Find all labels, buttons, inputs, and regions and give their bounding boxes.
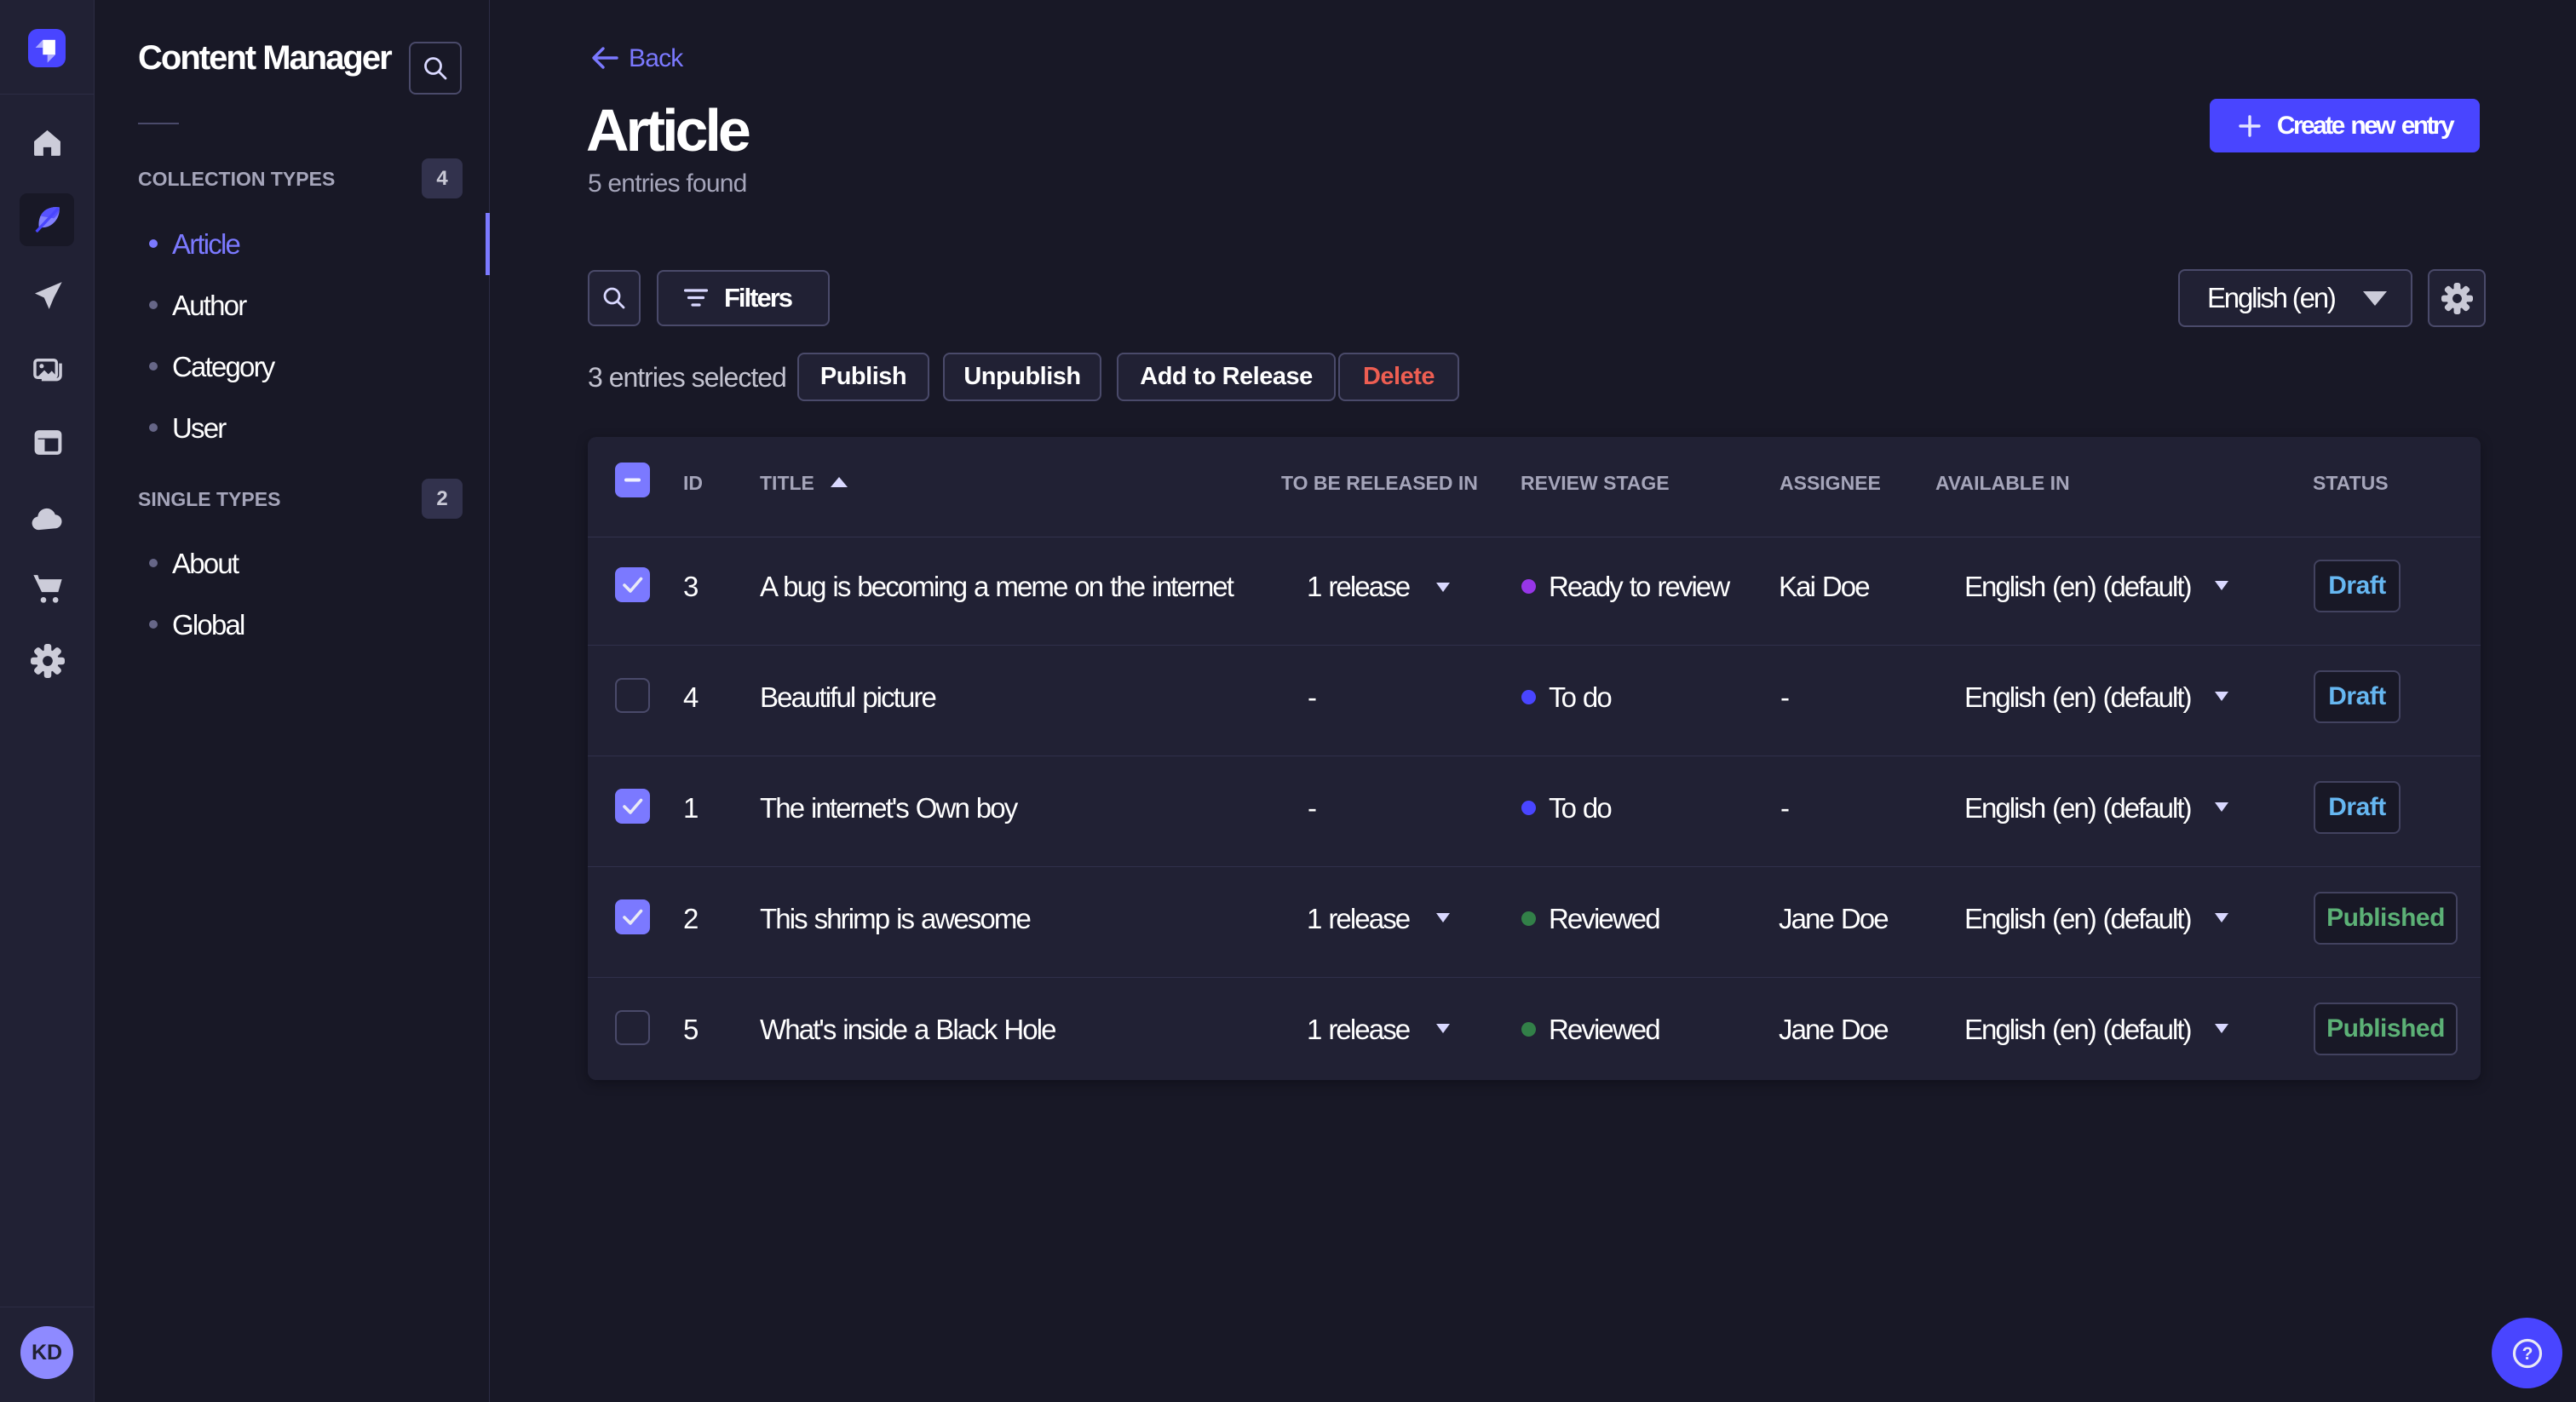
svg-text:?: ? <box>2521 1344 2533 1364</box>
